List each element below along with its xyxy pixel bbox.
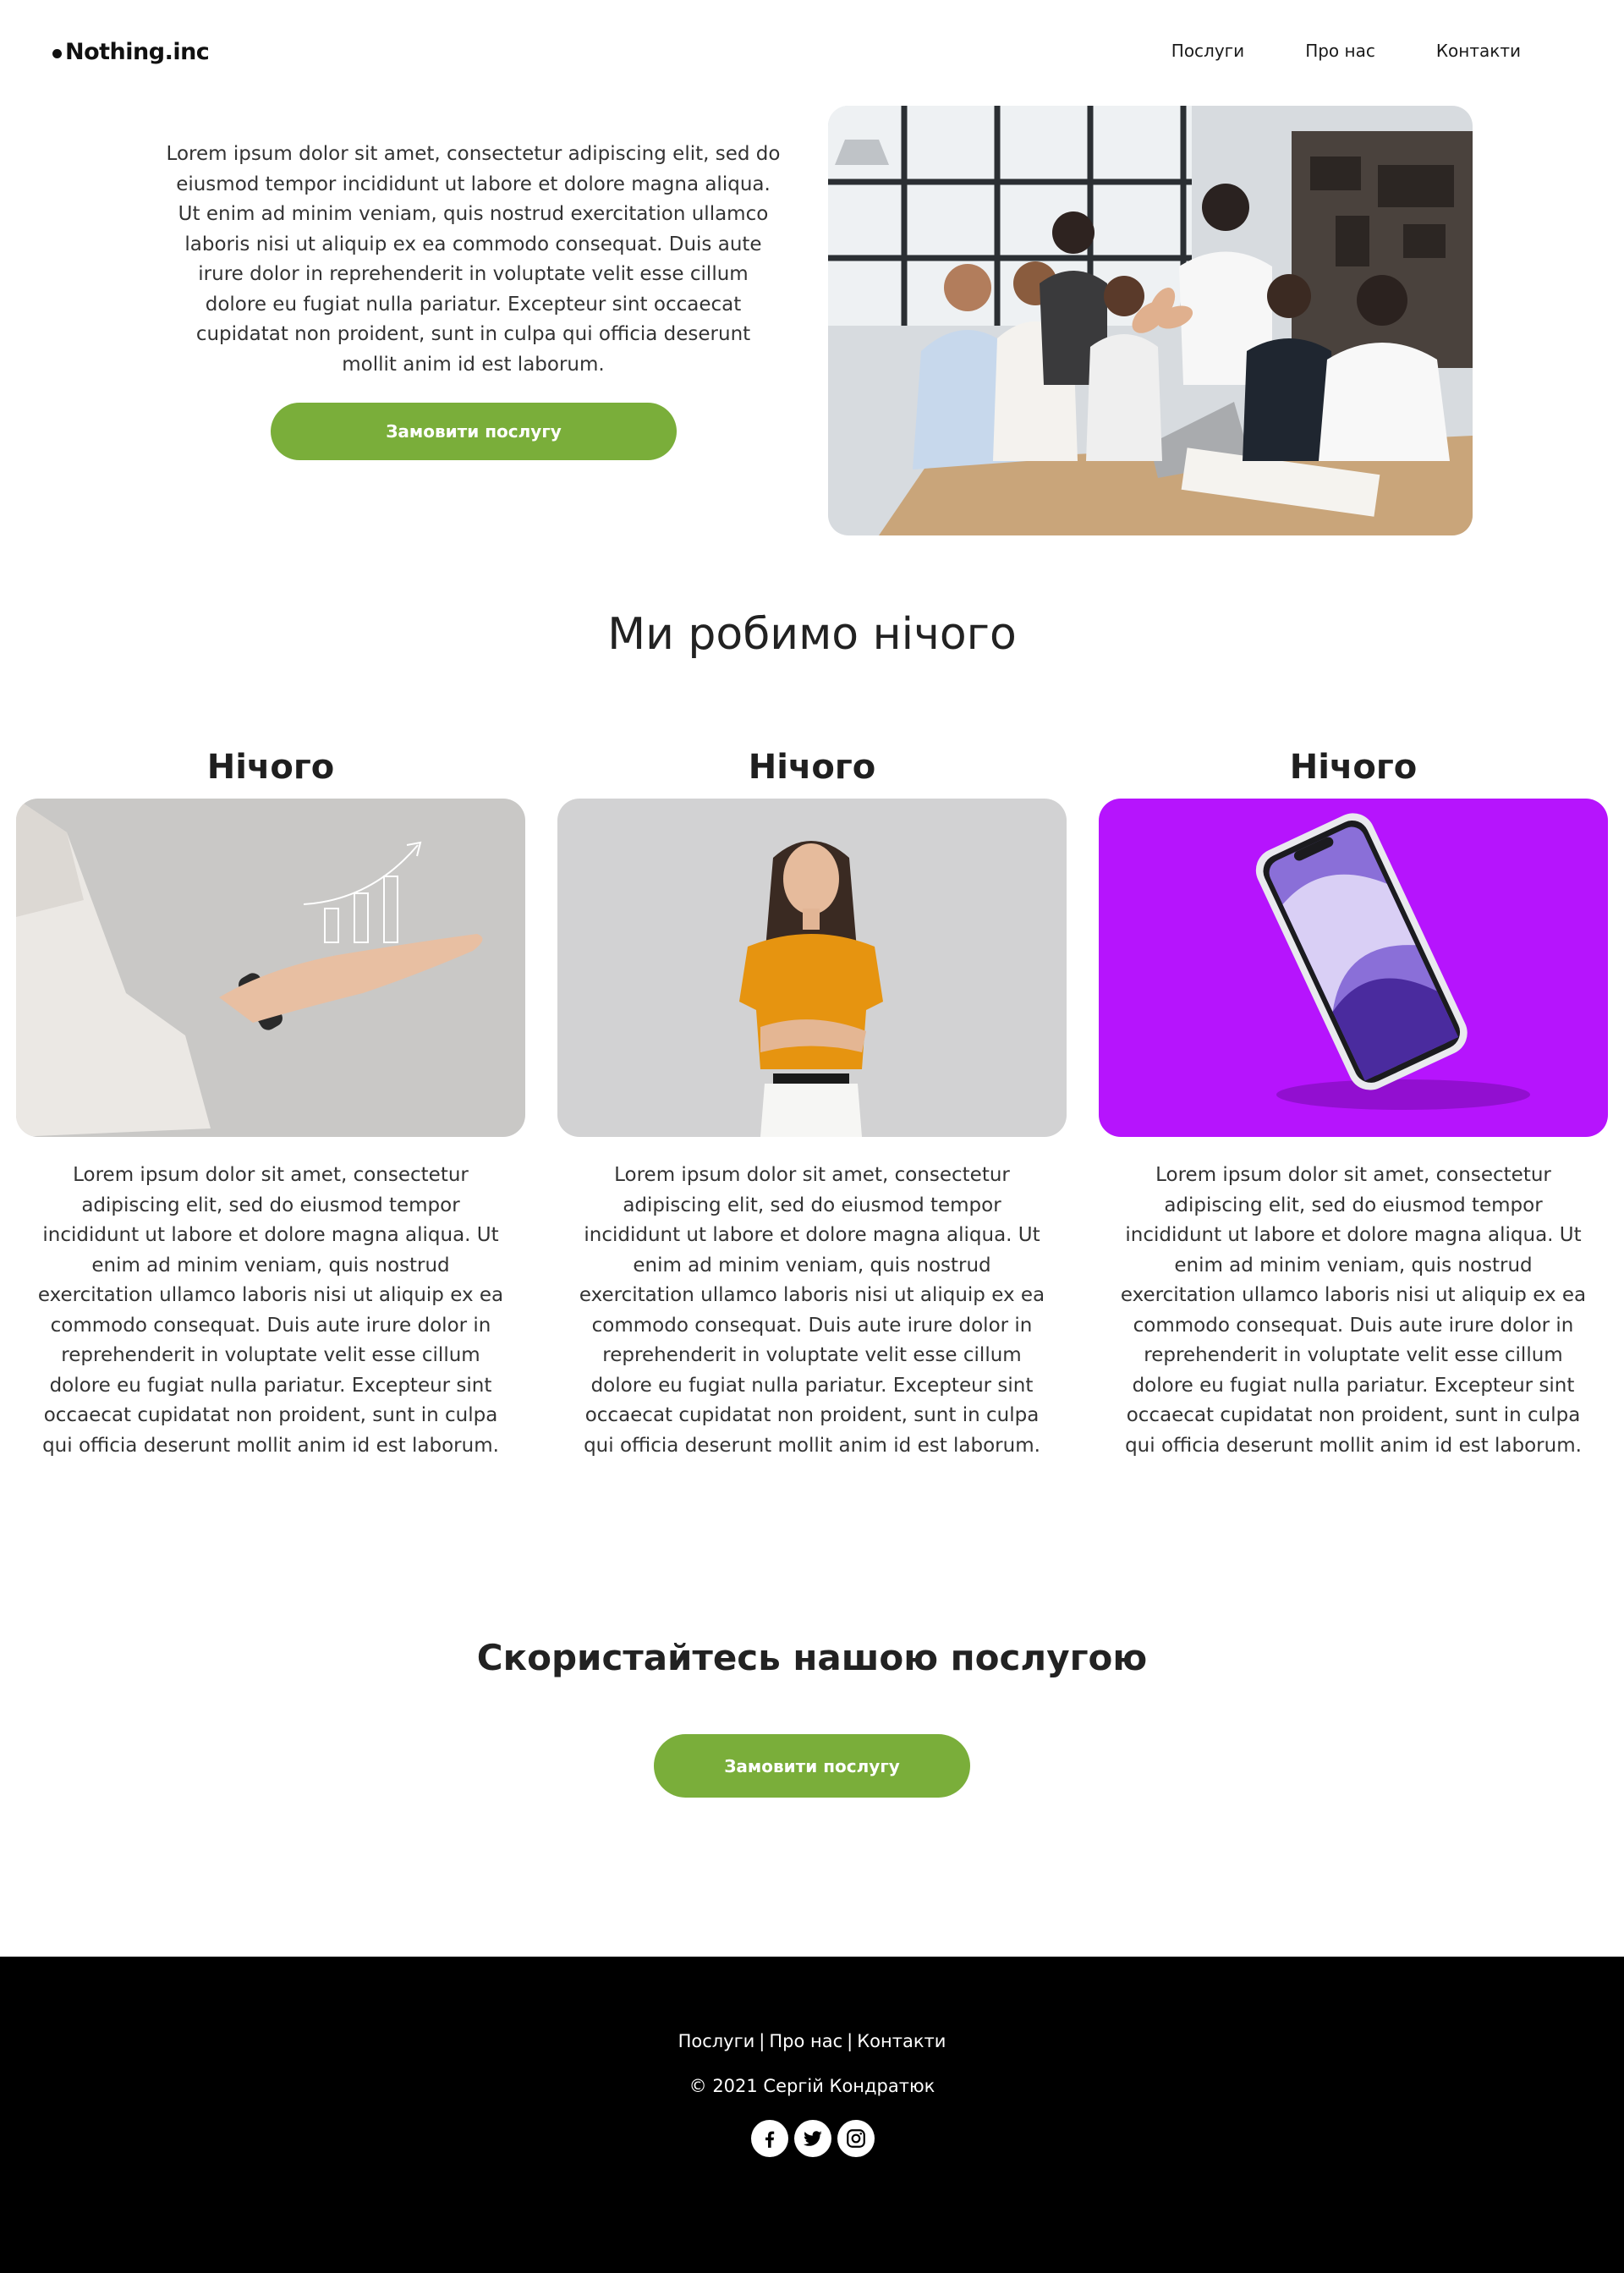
instagram-icon[interactable] [837, 2120, 875, 2157]
nav-link-contacts[interactable]: Контакти [1436, 41, 1521, 61]
footer-link-contacts[interactable]: Контакти [857, 2031, 946, 2051]
cta-title: Скористайтесь нашою послугою [476, 1637, 1148, 1678]
card-image-woman [557, 799, 1067, 1137]
logo-text: Nothing.inc [65, 39, 210, 65]
card-text: Lorem ipsum dolor sit amet, consectetur … [37, 1164, 504, 1457]
logo[interactable]: Nothing.inc [52, 39, 210, 65]
hero-order-button[interactable]: Замовити послугу [271, 403, 677, 460]
footer-links: Послуги | Про нас | Контакти [0, 2031, 1624, 2051]
facebook-icon[interactable] [751, 2120, 788, 2157]
nav-link-about[interactable]: Про нас [1305, 41, 1375, 61]
footer-separator: | [847, 2031, 853, 2051]
main-nav: Послуги Про нас Контакти [1111, 41, 1521, 61]
footer-link-services[interactable]: Послуги [678, 2031, 755, 2051]
copyright: © 2021 Сергій Кондратюк [689, 2076, 935, 2096]
card-title: Нічого [206, 748, 335, 787]
nav-link-services[interactable]: Послуги [1171, 41, 1244, 61]
footer-link-about[interactable]: Про нас [769, 2031, 842, 2051]
twitter-icon[interactable] [794, 2120, 831, 2157]
footer-separator: | [759, 2031, 765, 2051]
hero-team-image [828, 106, 1473, 535]
site-footer: Послуги | Про нас | Контакти © 2021 Сергій К… [0, 1957, 1624, 2273]
hero-text: Lorem ipsum dolor sit amet, consectetur … [166, 143, 781, 376]
logo-dot-icon [52, 49, 62, 58]
social-links [751, 2120, 875, 2157]
card-text: Lorem ipsum dolor sit amet, consectetur … [1120, 1164, 1587, 1457]
site-header: Nothing.inc Послуги Про нас Контакти [0, 0, 1624, 108]
card-title: Нічого [748, 748, 876, 787]
section-title: Ми робимо нічого [607, 609, 1017, 660]
card-title: Нічого [1289, 748, 1418, 787]
cta-order-button[interactable]: Замовити послугу [654, 1734, 970, 1798]
card-text: Lorem ipsum dolor sit amet, consectetur … [579, 1164, 1045, 1457]
card-image-phone [1099, 799, 1608, 1137]
card-image-growth [16, 799, 525, 1137]
